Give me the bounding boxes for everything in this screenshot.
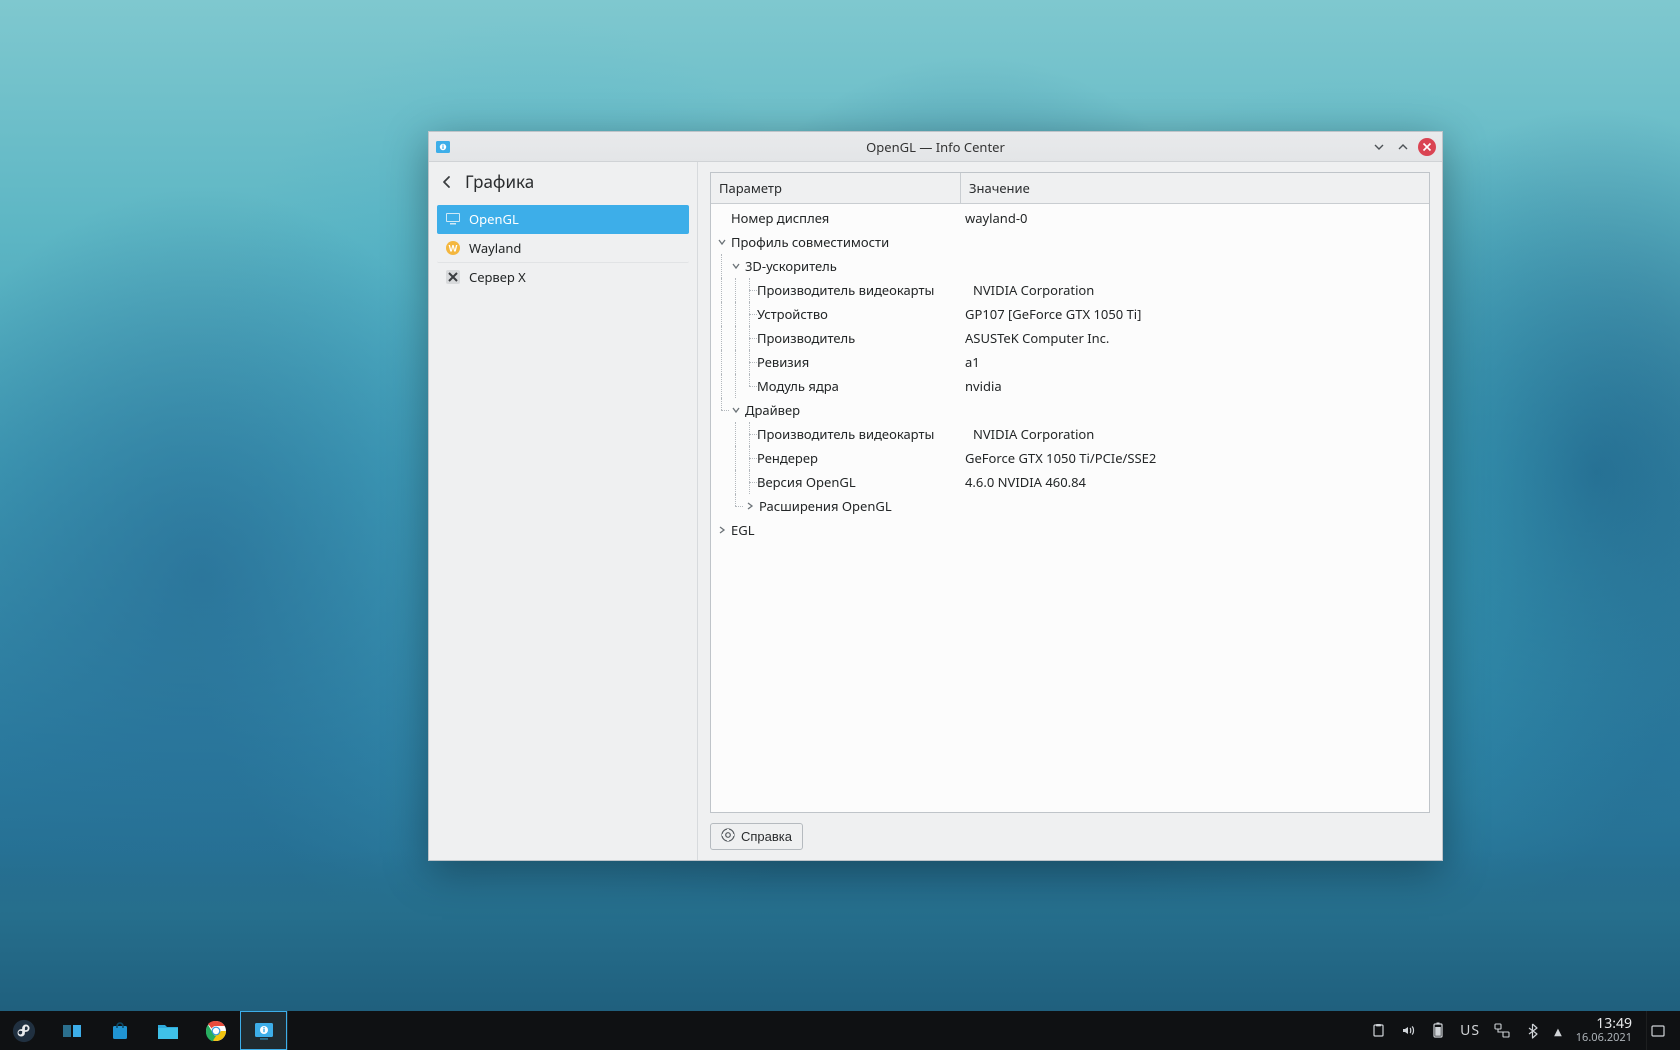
sidebar: Графика OpenGL W Wayland <box>429 162 698 860</box>
window-titlebar[interactable]: OpenGL — Info Center <box>429 132 1442 162</box>
tree-row-kmod[interactable]: Модуль ядра nvidia <box>711 374 1429 398</box>
xorg-icon <box>445 269 461 285</box>
network-icon[interactable] <box>1494 1023 1510 1039</box>
properties-tree: Параметр Значение Номер дисплея wayland-… <box>710 172 1430 813</box>
tree-row-profile[interactable]: Профиль совместимости <box>711 230 1429 254</box>
show-desktop-button[interactable] <box>1646 1011 1668 1050</box>
tray-expand-icon[interactable]: ▲ <box>1554 1024 1562 1038</box>
column-header-value[interactable]: Значение <box>961 173 1429 203</box>
chevron-down-icon[interactable] <box>729 403 743 417</box>
window-close-button[interactable] <box>1418 138 1436 156</box>
tree-row-renderer[interactable]: Рендерер GeForce GTX 1050 Ti/PCIe/SSE2 <box>711 446 1429 470</box>
info-center-icon <box>252 1019 276 1043</box>
taskbar: US ▲ 13:49 16.06.2021 <box>0 1011 1680 1050</box>
chevron-right-icon[interactable] <box>715 523 729 537</box>
tree-row-display-number[interactable]: Номер дисплея wayland-0 <box>711 206 1429 230</box>
wayland-icon: W <box>445 240 461 256</box>
tree-row-gl-version[interactable]: Версия OpenGL 4.6.0 NVIDIA 460.84 <box>711 470 1429 494</box>
taskbar-app-chrome[interactable] <box>192 1011 240 1050</box>
tree-row-drv-vendor[interactable]: Производитель видеокарты NVIDIA Corporat… <box>711 422 1429 446</box>
info-center-icon <box>435 139 451 155</box>
tree-row-gpu-vendor[interactable]: Производитель видеокарты NVIDIA Corporat… <box>711 278 1429 302</box>
volume-icon[interactable] <box>1400 1023 1416 1039</box>
monitor-icon <box>445 211 461 227</box>
taskbar-app-infocenter[interactable] <box>240 1011 288 1050</box>
bluetooth-icon[interactable] <box>1524 1023 1540 1039</box>
folder-icon <box>156 1019 180 1043</box>
tree-row-accel[interactable]: 3D-ускоритель <box>711 254 1429 278</box>
chrome-icon <box>204 1019 228 1043</box>
svg-text:W: W <box>449 242 458 255</box>
start-menu-button[interactable] <box>0 1011 48 1050</box>
sidebar-heading: Графика <box>465 170 534 193</box>
help-button[interactable]: Справка <box>710 823 803 850</box>
fedora-logo-icon <box>12 1019 36 1043</box>
info-center-window: OpenGL — Info Center Графика <box>428 131 1443 861</box>
task-view-button[interactable] <box>48 1011 96 1050</box>
clipboard-icon[interactable] <box>1370 1023 1386 1039</box>
clock[interactable]: 13:49 16.06.2021 <box>1576 1016 1632 1045</box>
sidebar-item-wayland[interactable]: W Wayland <box>437 234 689 263</box>
window-title: OpenGL — Info Center <box>429 138 1442 156</box>
battery-icon[interactable] <box>1430 1023 1446 1039</box>
tree-row-manufacturer[interactable]: Производитель ASUSTeK Computer Inc. <box>711 326 1429 350</box>
sidebar-item-xserver[interactable]: Сервер X <box>437 263 689 291</box>
sidebar-item-label: Сервер X <box>469 268 526 286</box>
chevron-down-icon[interactable] <box>729 259 743 273</box>
workspaces-icon <box>60 1019 84 1043</box>
window-maximize-button[interactable] <box>1394 138 1412 156</box>
system-tray: US ▲ 13:49 16.06.2021 <box>1358 1011 1680 1050</box>
chevron-down-icon[interactable] <box>715 235 729 249</box>
sidebar-item-label: OpenGL <box>469 210 519 228</box>
shopping-bag-icon <box>108 1019 132 1043</box>
tree-row-device[interactable]: Устройство GP107 [GeForce GTX 1050 Ti] <box>711 302 1429 326</box>
sidebar-item-opengl[interactable]: OpenGL <box>437 205 689 234</box>
tree-row-egl[interactable]: EGL <box>711 518 1429 542</box>
window-minimize-button[interactable] <box>1370 138 1388 156</box>
keyboard-layout-indicator[interactable]: US <box>1460 1021 1480 1040</box>
chevron-right-icon[interactable] <box>743 499 757 513</box>
taskbar-app-files[interactable] <box>144 1011 192 1050</box>
sidebar-item-label: Wayland <box>469 239 521 257</box>
back-button[interactable] <box>437 172 457 192</box>
column-header-param[interactable]: Параметр <box>711 173 961 203</box>
tree-row-gl-ext[interactable]: Расширения OpenGL <box>711 494 1429 518</box>
tree-row-revision[interactable]: Ревизия a1 <box>711 350 1429 374</box>
clock-date: 16.06.2021 <box>1576 1032 1632 1045</box>
tree-row-driver[interactable]: Драйвер <box>711 398 1429 422</box>
taskbar-app-discover[interactable] <box>96 1011 144 1050</box>
help-icon <box>721 828 735 845</box>
